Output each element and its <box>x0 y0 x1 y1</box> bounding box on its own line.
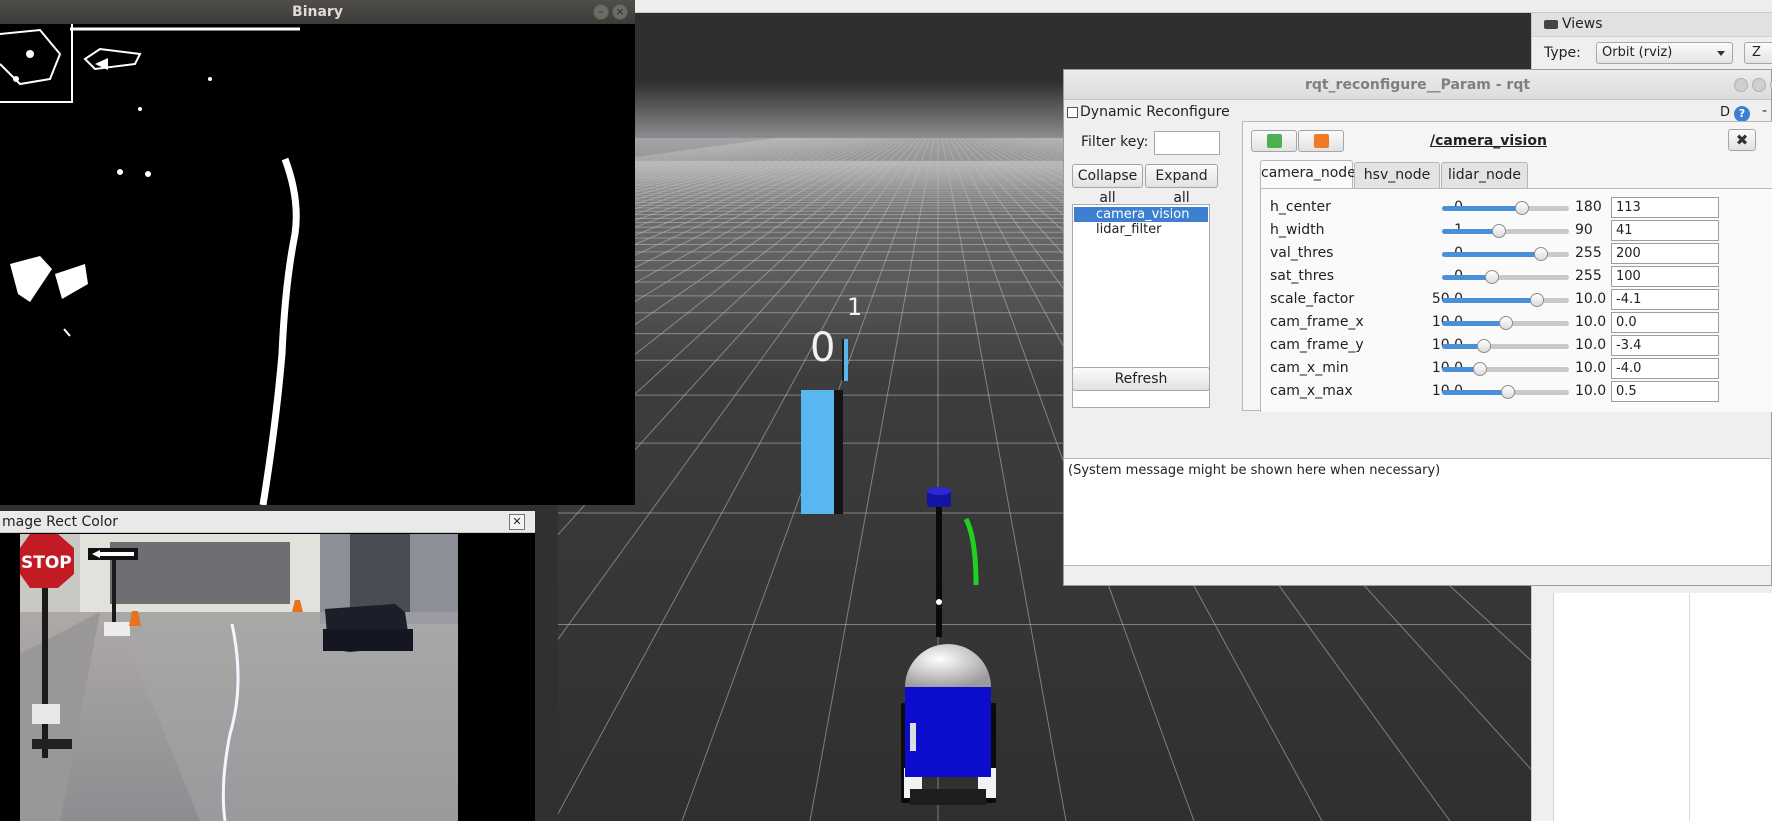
help-icon[interactable]: ? <box>1734 106 1750 122</box>
param-value-input[interactable]: -3.4 <box>1611 335 1719 356</box>
param-max: 10.0 <box>1575 360 1607 376</box>
view-type-select[interactable]: Orbit (rviz) <box>1596 42 1733 64</box>
camera-node-params: h_center0180113h_width19041val_thres0255… <box>1260 188 1772 412</box>
rqt-title: rqt_reconfigure__Param - rqt <box>1064 70 1772 100</box>
views-list[interactable] <box>1553 593 1772 821</box>
chevron-down-icon <box>1717 51 1725 56</box>
slider-handle[interactable] <box>1515 201 1529 215</box>
view-type-value: Orbit (rviz) <box>1602 45 1673 60</box>
param-slider[interactable] <box>1442 385 1569 399</box>
param-value-input[interactable]: 0.0 <box>1611 312 1719 333</box>
param-name: scale_factor <box>1270 291 1355 307</box>
param-slider[interactable] <box>1442 362 1569 376</box>
param-slider[interactable] <box>1442 293 1569 307</box>
param-slider[interactable] <box>1442 224 1569 238</box>
param-slider[interactable] <box>1442 339 1569 353</box>
pencil-icon <box>1067 107 1078 118</box>
param-max: 10.0 <box>1575 337 1607 353</box>
marker-tall <box>801 390 834 514</box>
zero-button[interactable]: Z <box>1744 42 1772 64</box>
slider-handle[interactable] <box>1492 224 1507 238</box>
param-max: 10.0 <box>1575 314 1607 330</box>
param-name: sat_thres <box>1270 268 1335 284</box>
tree-item-lidar-filter[interactable]: lidar_filter <box>1074 222 1208 237</box>
collapse-all-button[interactable]: Collapse all <box>1072 164 1143 206</box>
views-header: Views <box>1532 13 1772 37</box>
close-plugin-button[interactable]: - <box>1762 103 1767 119</box>
param-max: 90 <box>1575 222 1593 238</box>
param-name: cam_frame_x <box>1270 314 1364 330</box>
minimize-icon[interactable] <box>1734 78 1748 92</box>
close-icon[interactable]: ✕ <box>509 514 525 530</box>
system-message: (System message might be shown here when… <box>1064 458 1771 566</box>
slider-handle[interactable] <box>1501 385 1516 399</box>
close-icon[interactable]: × <box>612 4 628 20</box>
minimize-icon[interactable]: – <box>593 4 609 20</box>
slider-handle[interactable] <box>1530 293 1545 307</box>
image-window-title: mage Rect Color <box>0 511 535 533</box>
image-rect-color-window: mage Rect Color ✕ STOP <box>0 511 535 821</box>
marker-label-1: 1 <box>847 293 862 321</box>
slider-handle[interactable] <box>1476 339 1491 353</box>
param-name: val_thres <box>1270 245 1334 261</box>
param-value-input[interactable]: -4.1 <box>1611 289 1719 310</box>
param-panel: /camera_vision ✖ camera_node hsv_node li… <box>1242 121 1772 412</box>
param-max: 10.0 <box>1575 383 1607 399</box>
param-value-input[interactable]: 41 <box>1611 220 1719 241</box>
dock-d-label[interactable]: D <box>1720 105 1730 120</box>
folder-icon <box>1314 134 1329 148</box>
slider-handle[interactable] <box>1484 270 1499 284</box>
save-icon <box>1267 134 1282 148</box>
camera-icon <box>1544 20 1558 29</box>
views-title: Views <box>1562 16 1603 32</box>
param-row-cam-x-max: cam_x_max10.010.00.5 <box>1261 379 1772 405</box>
view-type-label: Type: <box>1544 45 1581 61</box>
param-value-input[interactable]: 0.5 <box>1611 381 1719 402</box>
param-slider[interactable] <box>1442 316 1569 330</box>
param-value-input[interactable]: 113 <box>1611 197 1719 218</box>
param-slider[interactable] <box>1442 270 1569 284</box>
param-name: cam_x_max <box>1270 383 1353 399</box>
load-button[interactable] <box>1298 130 1344 152</box>
plugin-title: Dynamic Reconfigure <box>1080 104 1230 120</box>
param-max: 180 <box>1575 199 1602 215</box>
filter-key-input[interactable] <box>1154 131 1220 155</box>
param-max: 255 <box>1575 268 1602 284</box>
param-slider[interactable] <box>1442 247 1569 261</box>
binary-window: Binary – × <box>0 0 635 505</box>
param-name: h_center <box>1270 199 1331 215</box>
param-name: cam_x_min <box>1270 360 1349 376</box>
close-node-button[interactable]: ✖ <box>1728 129 1756 151</box>
param-value-input[interactable]: -4.0 <box>1611 358 1719 379</box>
slider-handle[interactable] <box>1534 247 1549 261</box>
param-name: cam_frame_y <box>1270 337 1364 353</box>
node-namespace: /camera_vision <box>1430 133 1547 149</box>
tab-hsv-node[interactable]: hsv_node <box>1354 162 1440 188</box>
rqt-title-text: rqt_reconfigure__Param - rqt <box>1304 77 1531 93</box>
filter-key-label: Filter key: <box>1081 134 1149 150</box>
stop-sign-text: STOP <box>21 553 72 573</box>
binary-title: Binary <box>0 0 635 24</box>
marker-label-0: 0 <box>810 325 835 371</box>
binary-image <box>0 24 635 505</box>
param-max: 10.0 <box>1575 291 1607 307</box>
param-name: h_width <box>1270 222 1325 238</box>
slider-handle[interactable] <box>1498 316 1513 330</box>
tab-lidar-node[interactable]: lidar_node <box>1441 162 1528 188</box>
tab-camera-node[interactable]: camera_node <box>1260 160 1356 188</box>
camera-image: STOP <box>20 534 485 821</box>
expand-all-button[interactable]: Expand all <box>1145 164 1218 206</box>
refresh-button[interactable]: Refresh <box>1072 367 1210 391</box>
param-value-input[interactable]: 200 <box>1611 243 1719 264</box>
maximize-icon[interactable] <box>1752 78 1766 92</box>
param-slider[interactable] <box>1442 201 1569 215</box>
rviz-toolbar <box>562 0 1772 13</box>
save-button[interactable] <box>1251 130 1297 152</box>
marker-thin <box>844 339 848 381</box>
tree-item-camera-vision[interactable]: camera_vision <box>1074 207 1208 222</box>
slider-handle[interactable] <box>1473 362 1488 376</box>
param-value-input[interactable]: 100 <box>1611 266 1719 287</box>
rqt-reconfigure-window: rqt_reconfigure__Param - rqt Dynamic Rec… <box>1063 69 1772 586</box>
param-max: 255 <box>1575 245 1602 261</box>
